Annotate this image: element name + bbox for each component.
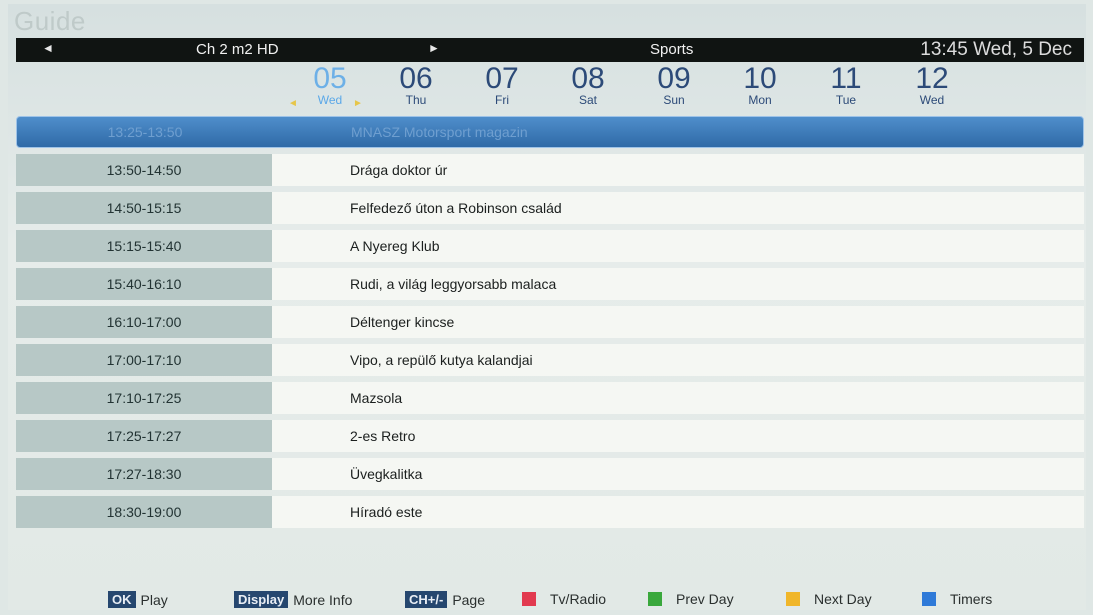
display-key: Display	[234, 591, 289, 608]
schedule-row[interactable]: 14:50-15:15 Felfedező úton a Robinson cs…	[16, 192, 1084, 224]
date-number: 06	[399, 62, 433, 95]
date-weekday: Tue	[835, 93, 857, 107]
next-channel-arrow-icon[interactable]: ►	[428, 41, 440, 55]
program-title: Drága doktor úr	[272, 154, 1084, 186]
date-number: 11	[830, 62, 862, 95]
program-title: MNASZ Motorsport magazin	[351, 124, 528, 140]
program-time: 16:10-17:00	[16, 306, 272, 338]
ok-key: OK	[108, 591, 136, 608]
date-tab[interactable]: 11 Tue	[806, 62, 886, 107]
ch-key: CH+/-	[405, 591, 448, 608]
tv-radio-label: Tv/Radio	[550, 591, 607, 607]
program-time: 13:50-14:50	[16, 154, 272, 186]
genre-label: Sports	[650, 41, 694, 58]
next-day-label: Next Day	[814, 591, 872, 607]
program-title: A Nyereg Klub	[272, 230, 1084, 262]
schedule-row[interactable]: 15:15-15:40 A Nyereg Klub	[16, 230, 1084, 262]
timers-hint[interactable]: Timers	[922, 591, 992, 607]
guide-screen: Guide ◄ Ch 2 m2 HD ► Sports 13:45 Wed, 5…	[8, 4, 1086, 610]
date-weekday: Sun	[663, 93, 685, 107]
channel-bar: ◄ Ch 2 m2 HD ► Sports 13:45 Wed, 5 Dec	[16, 38, 1084, 62]
schedule-row[interactable]: 17:10-17:25 Mazsola	[16, 382, 1084, 414]
schedule-row[interactable]: 18:30-19:00 Híradó este	[16, 496, 1084, 528]
schedule-row[interactable]: 17:27-18:30 Üvegkalitka	[16, 458, 1084, 490]
program-title: Felfedező úton a Robinson család	[272, 192, 1084, 224]
ch-label: Page	[452, 591, 486, 608]
program-time: 17:00-17:10	[16, 344, 272, 376]
schedule-row-selected[interactable]: 13:25-13:50 MNASZ Motorsport magazin	[16, 116, 1084, 148]
date-number: 07	[485, 62, 519, 95]
program-title: Vipo, a repülő kutya kalandjai	[272, 344, 1084, 376]
program-title: Üvegkalitka	[272, 458, 1084, 490]
date-tab[interactable]: 07 Fri	[462, 62, 542, 107]
yellow-key-icon	[786, 592, 800, 606]
date-selector: ◄ ► 05 Wed 06 Thu 07 Fri 08 Sat 09 Sun 1…	[278, 64, 1078, 118]
date-tab[interactable]: 05 Wed	[290, 62, 370, 107]
prev-day-label: Prev Day	[676, 591, 734, 607]
date-weekday: Wed	[317, 93, 343, 107]
date-weekday: Mon	[748, 93, 772, 107]
next-day-hint[interactable]: Next Day	[786, 591, 872, 607]
channel-page-hint[interactable]: CH+/- Page	[405, 591, 485, 608]
display-label: More Info	[293, 591, 353, 608]
date-number: 09	[657, 62, 691, 95]
schedule-row[interactable]: 17:00-17:10 Vipo, a repülő kutya kalandj…	[16, 344, 1084, 376]
ok-play-hint[interactable]: OK Play	[108, 591, 168, 608]
program-title: Mazsola	[272, 382, 1084, 414]
program-title: 2-es Retro	[272, 420, 1084, 452]
program-title: Rudi, a világ leggyorsabb malaca	[272, 268, 1084, 300]
program-time: 17:25-17:27	[16, 420, 272, 452]
channel-name: Ch 2 m2 HD	[196, 41, 279, 58]
schedule-list: 13:25-13:50 MNASZ Motorsport magazin 13:…	[16, 116, 1084, 534]
date-number: 12	[915, 62, 949, 95]
date-weekday: Sat	[578, 93, 597, 107]
date-tab[interactable]: 12 Wed	[892, 62, 972, 107]
date-number: 05	[313, 62, 347, 95]
prev-day-hint[interactable]: Prev Day	[648, 591, 734, 607]
display-info-hint[interactable]: Display More Info	[234, 591, 352, 608]
program-time: 17:10-17:25	[16, 382, 272, 414]
date-weekday: Wed	[919, 93, 945, 107]
green-key-icon	[648, 592, 662, 606]
date-weekday: Fri	[495, 93, 509, 107]
program-time: 14:50-15:15	[16, 192, 272, 224]
date-tab[interactable]: 08 Sat	[548, 62, 628, 107]
schedule-row[interactable]: 17:25-17:27 2-es Retro	[16, 420, 1084, 452]
tv-radio-hint[interactable]: Tv/Radio	[522, 591, 606, 607]
date-weekday: Thu	[405, 93, 427, 107]
date-number: 10	[743, 62, 777, 95]
date-tab[interactable]: 10 Mon	[720, 62, 800, 107]
program-time: 15:40-16:10	[16, 268, 272, 300]
ok-label: Play	[140, 591, 168, 608]
program-time: 15:15-15:40	[16, 230, 272, 262]
schedule-row[interactable]: 16:10-17:00 Déltenger kincse	[16, 306, 1084, 338]
program-time: 18:30-19:00	[16, 496, 272, 528]
date-tab[interactable]: 09 Sun	[634, 62, 714, 107]
red-key-icon	[522, 592, 536, 606]
page-title: Guide	[14, 6, 86, 36]
schedule-row[interactable]: 15:40-16:10 Rudi, a világ leggyorsabb ma…	[16, 268, 1084, 300]
date-tab[interactable]: 06 Thu	[376, 62, 456, 107]
schedule-row[interactable]: 13:50-14:50 Drága doktor úr	[16, 154, 1084, 186]
clock: 13:45 Wed, 5 Dec	[920, 39, 1072, 60]
program-title: Híradó este	[272, 496, 1084, 528]
program-time: 17:27-18:30	[16, 458, 272, 490]
timers-label: Timers	[950, 591, 993, 607]
blue-key-icon	[922, 592, 936, 606]
date-number: 08	[571, 62, 605, 95]
program-time: 13:25-13:50	[107, 124, 183, 140]
prev-channel-arrow-icon[interactable]: ◄	[42, 41, 54, 55]
program-title: Déltenger kincse	[272, 306, 1084, 338]
key-hints-bar: OK Play Display More Info CH+/- Page Tv/…	[16, 588, 1084, 610]
